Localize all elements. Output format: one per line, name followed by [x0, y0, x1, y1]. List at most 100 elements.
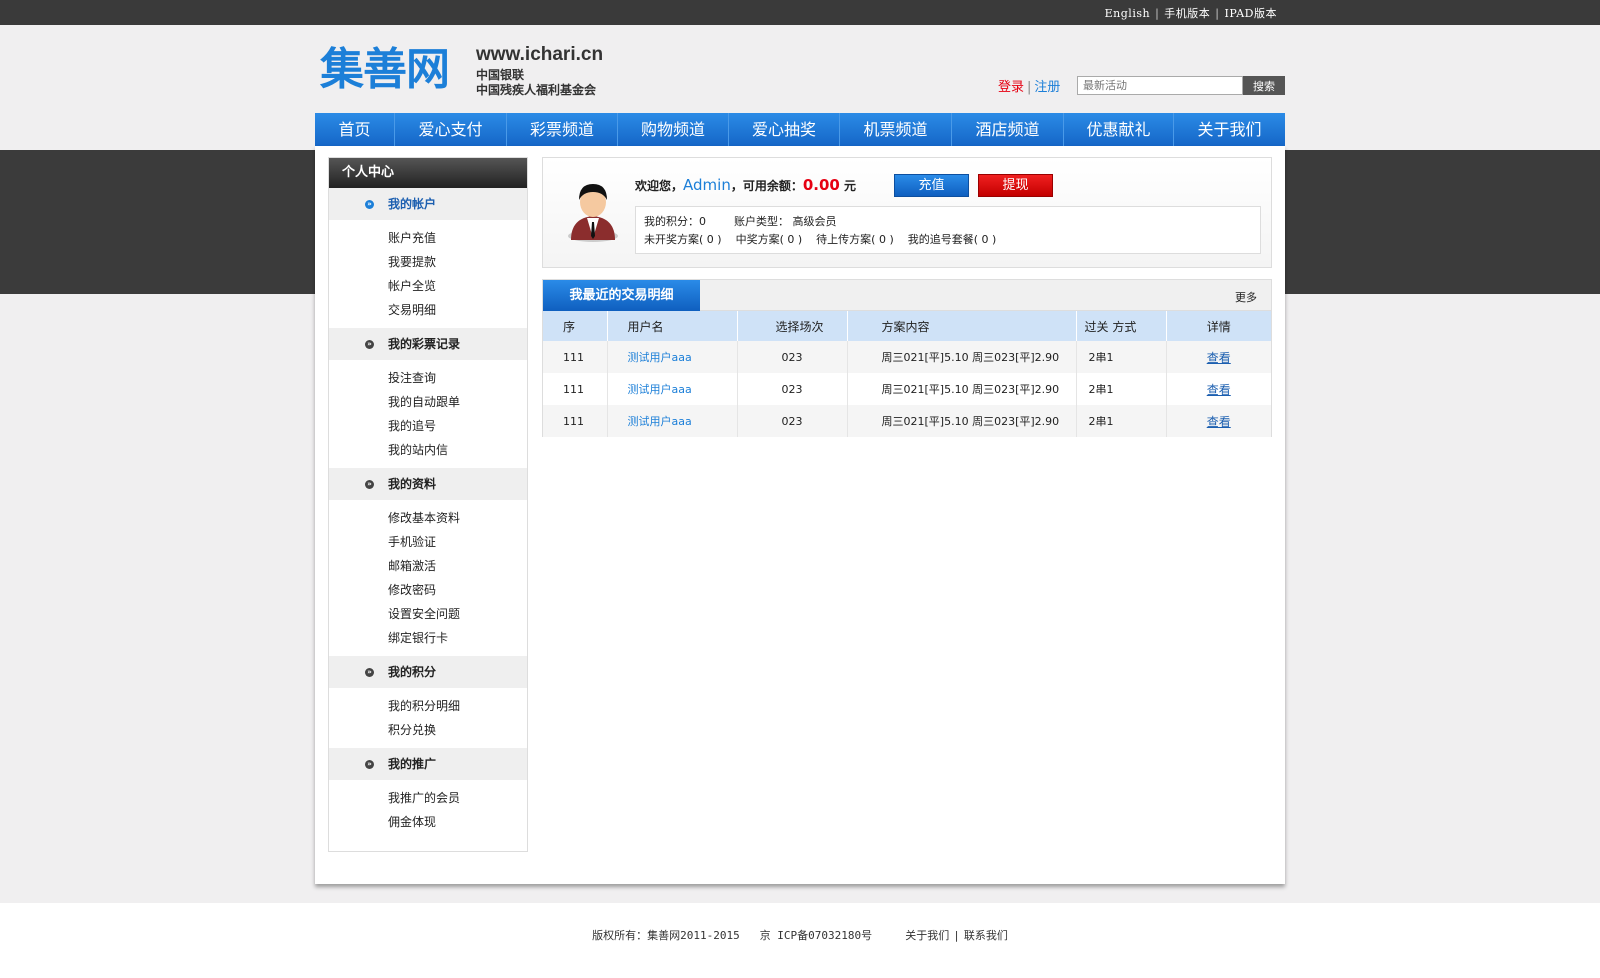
- sidebar-item-security-question[interactable]: 设置安全问题: [388, 602, 527, 626]
- logo-partner-2: 中国残疾人福利基金会: [476, 83, 597, 97]
- sidebar-item-withdraw[interactable]: 我要提款: [388, 250, 527, 274]
- search-button[interactable]: 搜索: [1243, 76, 1285, 95]
- view-link[interactable]: 查看: [1207, 383, 1231, 397]
- register-link[interactable]: 注册: [1034, 80, 1060, 95]
- sidebar-item-bet-query[interactable]: 投注查询: [388, 366, 527, 390]
- user-link[interactable]: 测试用户aaa: [607, 405, 738, 437]
- sidebar-group-profile[interactable]: » 我的资料: [329, 468, 527, 500]
- nav-about[interactable]: 关于我们: [1174, 113, 1285, 146]
- account-summary: 欢迎您，Admin，可用余额：0.00 元 充值 提现 我的积分：0 账户类型： …: [542, 157, 1272, 268]
- recent-transactions: 我最近的交易明细 更多 序 用户名 选择场次 方案内容 过关 方式 详情 111…: [542, 279, 1272, 437]
- nav-offers[interactable]: 优惠献礼: [1064, 113, 1174, 146]
- account-type: 账户类型： 高级会员: [734, 215, 837, 228]
- currency: 元: [844, 179, 857, 193]
- logo-text: 集善网: [320, 44, 450, 95]
- sidebar-title: 个人中心: [329, 158, 527, 188]
- sidebar-item-bind-card[interactable]: 绑定银行卡: [388, 626, 527, 650]
- sidebar-item-auto-follow[interactable]: 我的自动跟单: [388, 390, 527, 414]
- english-link[interactable]: English: [1105, 7, 1150, 20]
- main-nav: 首页 爱心支付 彩票频道 购物频道 爱心抽奖 机票频道 酒店频道 优惠献礼 关于…: [315, 113, 1285, 146]
- sidebar-item-recharge[interactable]: 账户充值: [388, 226, 527, 250]
- bullet-icon: »: [365, 760, 374, 769]
- col-details: 详情: [1166, 311, 1271, 341]
- view-link[interactable]: 查看: [1207, 351, 1231, 365]
- chase-packages[interactable]: 我的追号套餐( 0 ): [908, 233, 997, 246]
- nav-shopping[interactable]: 购物频道: [618, 113, 729, 146]
- view-link[interactable]: 查看: [1207, 415, 1231, 429]
- username: Admin: [683, 176, 731, 194]
- footer-contact-link[interactable]: 联系我们: [964, 929, 1008, 942]
- sidebar-item-phone-verify[interactable]: 手机验证: [388, 530, 527, 554]
- welcome-text: 欢迎您，Admin，可用余额：0.00 元: [635, 176, 857, 194]
- sidebar-item-overview[interactable]: 帐户全览: [388, 274, 527, 298]
- divider: |: [953, 929, 960, 942]
- balance-amount: 0.00: [802, 176, 840, 194]
- sidebar-group-lottery[interactable]: » 我的彩票记录: [329, 328, 527, 360]
- sidebar-item-chase[interactable]: 我的追号: [388, 414, 527, 438]
- transactions-title: 我最近的交易明细: [543, 280, 700, 311]
- top-links: English | 手机版本 | IPAD版本: [1105, 5, 1277, 21]
- sidebar-item-commission[interactable]: 佣金体现: [388, 810, 527, 834]
- col-index: 序: [543, 311, 608, 341]
- sidebar: 个人中心 » 我的帐户 账户充值 我要提款 帐户全览 交易明细 » 我的彩票记录 投…: [328, 157, 528, 852]
- table-row: 111 测试用户aaa 023 周三021[平]5.10 周三023[平]2.9…: [543, 405, 1271, 437]
- bullet-icon: »: [365, 668, 374, 677]
- transactions-header: 我最近的交易明细 更多: [543, 280, 1271, 311]
- footer-about-link[interactable]: 关于我们: [905, 929, 949, 942]
- withdraw-button[interactable]: 提现: [978, 174, 1053, 197]
- transactions-table: 序 用户名 选择场次 方案内容 过关 方式 详情 111 测试用户aaa 023…: [543, 311, 1271, 437]
- auth-links: 登录 | 注册: [998, 76, 1060, 95]
- sidebar-group-account[interactable]: » 我的帐户: [329, 188, 527, 220]
- sidebar-item-transactions[interactable]: 交易明细: [388, 298, 527, 322]
- nav-charity-pay[interactable]: 爱心支付: [395, 113, 507, 146]
- user-link[interactable]: 测试用户aaa: [607, 373, 738, 405]
- nav-home[interactable]: 首页: [315, 113, 395, 146]
- user-link[interactable]: 测试用户aaa: [607, 341, 738, 373]
- bullet-icon: »: [365, 200, 374, 209]
- recharge-button[interactable]: 充值: [894, 174, 969, 197]
- nav-charity-draw[interactable]: 爱心抽奖: [729, 113, 840, 146]
- bullet-icon: »: [365, 340, 374, 349]
- table-row: 111 测试用户aaa 023 周三021[平]5.10 周三023[平]2.9…: [543, 341, 1271, 373]
- col-plan: 方案内容: [847, 311, 1077, 341]
- table-row: 111 测试用户aaa 023 周三021[平]5.10 周三023[平]2.9…: [543, 373, 1271, 405]
- more-link[interactable]: 更多: [1235, 289, 1257, 305]
- ipad-version-link[interactable]: IPAD版本: [1225, 7, 1278, 20]
- mobile-version-link[interactable]: 手机版本: [1164, 7, 1210, 20]
- sidebar-item-points-exchange[interactable]: 积分兑换: [388, 718, 527, 742]
- sidebar-item-edit-profile[interactable]: 修改基本资料: [388, 506, 527, 530]
- divider: |: [1215, 7, 1220, 20]
- icp-number: 京 ICP备07032180号: [759, 929, 873, 942]
- sidebar-item-change-password[interactable]: 修改密码: [388, 578, 527, 602]
- search-input[interactable]: [1077, 76, 1243, 95]
- top-bar: English | 手机版本 | IPAD版本: [0, 0, 1600, 25]
- pending-upload-plans[interactable]: 待上传方案( 0 ): [816, 233, 894, 246]
- divider: |: [1155, 7, 1160, 20]
- table-header-row: 序 用户名 选择场次 方案内容 过关 方式 详情: [543, 311, 1271, 341]
- login-link[interactable]: 登录: [998, 80, 1024, 95]
- sidebar-item-points-detail[interactable]: 我的积分明细: [388, 694, 527, 718]
- won-plans[interactable]: 中奖方案( 0 ): [736, 233, 803, 246]
- sidebar-item-email-activate[interactable]: 邮箱激活: [388, 554, 527, 578]
- nav-flights[interactable]: 机票频道: [840, 113, 952, 146]
- account-stats: 我的积分：0 账户类型： 高级会员 未开奖方案( 0 ) 中奖方案( 0 ) 待上传方…: [635, 206, 1261, 254]
- content-panel: 个人中心 » 我的帐户 账户充值 我要提款 帐户全览 交易明细 » 我的彩票记录 投…: [315, 146, 1285, 884]
- logo-url: www.ichari.cn: [476, 44, 604, 65]
- sidebar-item-messages[interactable]: 我的站内信: [388, 438, 527, 462]
- col-pass-type: 过关 方式: [1076, 311, 1167, 341]
- sidebar-group-points[interactable]: » 我的积分: [329, 656, 527, 688]
- col-match: 选择场次: [737, 311, 848, 341]
- bullet-icon: »: [365, 480, 374, 489]
- divider: |: [1027, 80, 1032, 95]
- unopened-plans[interactable]: 未开奖方案( 0 ): [644, 233, 722, 246]
- site-logo[interactable]: 集善网 www.ichari.cn 中国银联 中国残疾人福利基金会: [320, 44, 610, 97]
- col-username: 用户名: [607, 311, 738, 341]
- avatar: [568, 184, 618, 242]
- copyright: 版权所有：集善网2011-2015: [592, 929, 740, 942]
- nav-hotels[interactable]: 酒店频道: [952, 113, 1064, 146]
- sidebar-item-referred-members[interactable]: 我推广的会员: [388, 786, 527, 810]
- nav-lottery[interactable]: 彩票频道: [507, 113, 618, 146]
- sidebar-group-promotion[interactable]: » 我的推广: [329, 748, 527, 780]
- points-stat: 我的积分：0: [644, 215, 706, 228]
- footer: 版权所有：集善网2011-2015 京 ICP备07032180号 关于我们 | 联…: [0, 927, 1600, 943]
